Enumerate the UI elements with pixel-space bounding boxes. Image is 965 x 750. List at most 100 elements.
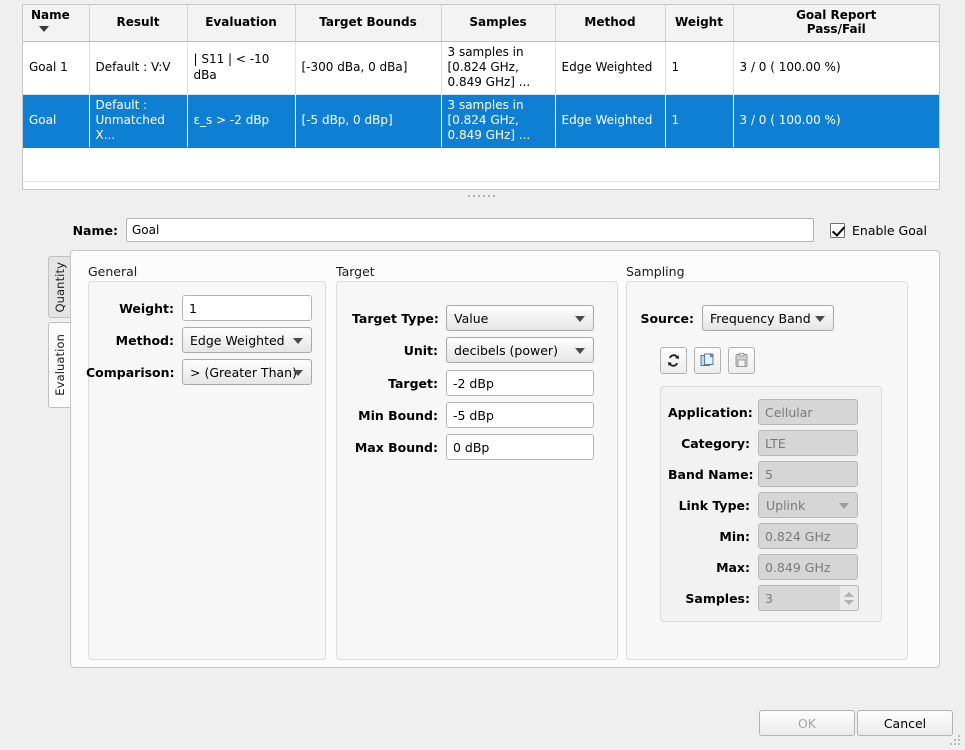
field-max: Max: <box>668 554 858 580</box>
field-link-type: Link Type: Uplink <box>668 492 858 518</box>
cell-samples: 3 samples in [0.824 GHz, 0.849 GHz] ... <box>441 94 556 148</box>
spinner-down-icon <box>844 599 854 605</box>
splitter-handle[interactable] <box>22 190 940 201</box>
unit-select[interactable]: decibels (power) <box>446 337 594 363</box>
cell-target-bounds: [-300 dBa, 0 dBa] <box>295 41 442 95</box>
max-bound-input[interactable] <box>446 434 594 460</box>
column-header-target-bounds[interactable]: Target Bounds <box>295 5 442 42</box>
cell-goal-report: 3 / 0 ( 100.00 %) <box>733 94 939 148</box>
unit-label: Unit: <box>403 342 438 358</box>
weight-label: Weight: <box>119 300 174 316</box>
sampling-toolbar <box>660 347 755 374</box>
cell-goal-report: 3 / 0 ( 100.00 %) <box>733 41 939 95</box>
column-header-evaluation[interactable]: Evaluation <box>187 5 296 42</box>
field-source: Source: Frequency Band <box>640 305 834 331</box>
cancel-button[interactable]: Cancel <box>857 710 953 736</box>
column-header-samples[interactable]: Samples <box>441 5 556 42</box>
sort-descending-icon <box>39 26 49 33</box>
comparison-select[interactable]: > (Greater Than) <box>182 359 312 385</box>
target-type-label: Target Type: <box>352 310 439 326</box>
method-select[interactable]: Edge Weighted <box>182 327 312 353</box>
column-header-method[interactable]: Method <box>555 5 666 42</box>
table-row[interactable]: Goal 1 Default : V:V | S11 | < -10 dBa [… <box>23 41 939 95</box>
column-header-weight[interactable]: Weight <box>665 5 734 42</box>
enable-goal-label: Enable Goal <box>852 222 928 238</box>
source-select[interactable]: Frequency Band <box>702 305 834 331</box>
cell-result: Default : V:V <box>89 41 188 95</box>
table-empty-area <box>23 147 939 182</box>
general-group-title: General <box>88 264 138 279</box>
unit-select-value: decibels (power) <box>454 342 558 358</box>
tab-quantity[interactable]: Quantity <box>48 256 71 318</box>
target-input[interactable] <box>446 370 594 396</box>
name-input[interactable] <box>126 218 814 242</box>
field-min: Min: <box>668 523 858 549</box>
sync-icon <box>668 354 679 367</box>
field-band-name: Band Name: <box>668 461 858 487</box>
column-header-goal-report[interactable]: Goal Report Pass/Fail <box>733 5 939 42</box>
cell-weight: 1 <box>665 94 734 148</box>
field-unit: Unit: decibels (power) <box>352 337 594 363</box>
chevron-down-icon <box>575 348 585 354</box>
chevron-down-icon <box>293 338 303 344</box>
target-type-select[interactable]: Value <box>446 305 594 331</box>
field-min-bound: Min Bound: <box>352 402 594 428</box>
sampling-group-title: Sampling <box>626 264 685 279</box>
link-type-select: Uplink <box>758 492 858 518</box>
max-label: Max: <box>716 559 750 575</box>
source-label: Source: <box>640 310 694 326</box>
samples-input <box>758 585 840 611</box>
samples-label: Samples: <box>685 590 750 606</box>
enable-goal-checkbox[interactable]: Enable Goal <box>830 222 928 238</box>
link-type-label: Link Type: <box>678 497 750 513</box>
table-row-selected[interactable]: Goal Default : Unmatched X... ε_s > -2 d… <box>23 94 939 148</box>
column-header-name-label: Name <box>31 7 70 22</box>
min-input <box>758 523 858 549</box>
copy-icon-button[interactable] <box>694 347 721 374</box>
field-samples: Samples: <box>668 585 859 611</box>
resize-grip[interactable] <box>949 734 962 747</box>
max-input <box>758 554 858 580</box>
samples-spinner-buttons <box>840 585 859 611</box>
field-weight: Weight: <box>104 295 312 321</box>
paste-icon-button[interactable] <box>728 347 755 374</box>
min-bound-input[interactable] <box>446 402 594 428</box>
category-label: Category: <box>681 435 750 451</box>
tab-evaluation-label: Evaluation <box>53 334 67 396</box>
comparison-label: Comparison: <box>86 364 175 380</box>
target-label: Target: <box>388 375 438 391</box>
copy-icon <box>700 353 714 366</box>
max-bound-label: Max Bound: <box>354 439 438 455</box>
tab-evaluation[interactable]: Evaluation <box>48 322 71 408</box>
cell-name: Goal 1 <box>23 41 90 95</box>
method-label: Method: <box>115 332 174 348</box>
chevron-down-icon <box>293 370 303 376</box>
column-header-goal-report-line2: Pass/Fail <box>806 21 866 36</box>
target-group-title: Target <box>336 264 375 279</box>
application-input <box>758 399 858 425</box>
application-label: Application: <box>668 404 753 420</box>
cell-name: Goal <box>23 94 90 148</box>
table-header-row: Name Result Evaluation Target Bounds Sam… <box>23 5 939 42</box>
cell-target-bounds: [-5 dBp, 0 dBp] <box>295 94 442 148</box>
cell-result: Default : Unmatched X... <box>89 94 188 148</box>
checkbox-icon[interactable] <box>830 222 845 238</box>
ok-button[interactable]: OK <box>759 710 855 736</box>
goal-editor-dialog: Name Result Evaluation Target Bounds Sam… <box>0 0 965 750</box>
chevron-down-icon <box>815 316 825 322</box>
min-label: Min: <box>719 528 750 544</box>
weight-input[interactable] <box>182 295 312 321</box>
column-header-result[interactable]: Result <box>89 5 188 42</box>
source-select-value: Frequency Band <box>710 310 811 326</box>
field-comparison: Comparison: > (Greater Than) <box>86 359 312 385</box>
goals-table-container[interactable]: Name Result Evaluation Target Bounds Sam… <box>22 4 940 190</box>
splitter-grip-dots <box>467 194 495 197</box>
vertical-tab-strip: Quantity Evaluation <box>48 256 71 408</box>
table-empty-cell <box>23 147 939 182</box>
column-header-name[interactable]: Name <box>23 5 90 42</box>
band-name-input <box>758 461 858 487</box>
sync-icon-button[interactable] <box>660 347 687 374</box>
goals-table: Name Result Evaluation Target Bounds Sam… <box>23 5 939 182</box>
chevron-down-icon <box>839 503 849 509</box>
paste-icon <box>735 352 748 367</box>
